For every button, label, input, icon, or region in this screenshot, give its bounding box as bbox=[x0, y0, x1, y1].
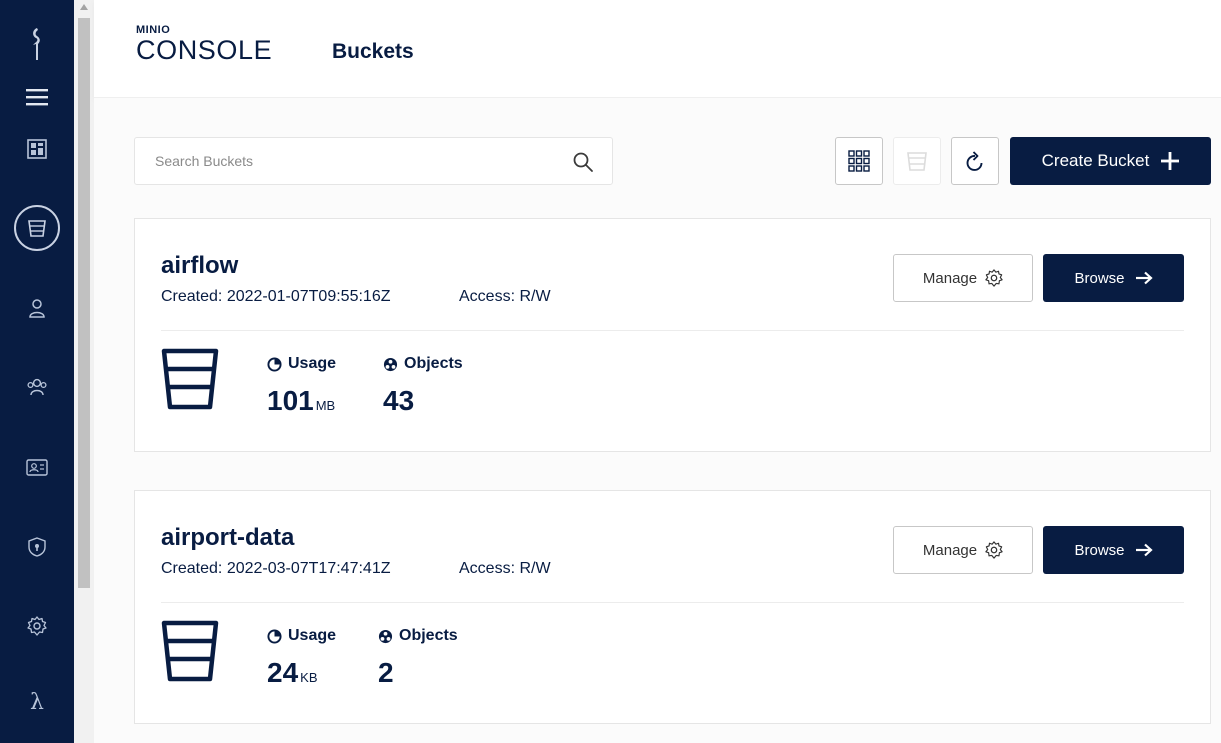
arrow-right-icon bbox=[1135, 271, 1153, 285]
bucket-created-date: Created: 2022-03-07T17:47:41Z bbox=[161, 560, 391, 577]
refresh-icon bbox=[966, 151, 983, 171]
arrow-right-icon bbox=[1135, 543, 1153, 557]
browse-button[interactable]: Browse bbox=[1043, 254, 1184, 302]
scrollbar[interactable] bbox=[74, 0, 94, 743]
bucket-icon bbox=[161, 348, 219, 410]
bucket-icon bbox=[14, 205, 60, 251]
lambda-icon[interactable]: λ bbox=[0, 690, 74, 715]
bucket-name[interactable]: airflow bbox=[161, 252, 238, 280]
scroll-up-arrow-icon[interactable] bbox=[80, 4, 88, 10]
scrollbar-thumb[interactable] bbox=[78, 18, 90, 588]
bucket-icon bbox=[161, 620, 219, 682]
lambda-glyph: λ bbox=[30, 690, 44, 715]
settings-gear-icon[interactable] bbox=[0, 616, 74, 636]
pie-chart-icon bbox=[267, 356, 282, 372]
grid-icon bbox=[848, 150, 870, 172]
usage-unit: MB bbox=[315, 398, 336, 413]
main-content: Create Bucket airflow Created: 2022-01-0… bbox=[94, 98, 1221, 743]
bucket-access: Access: R/W bbox=[459, 288, 551, 305]
card-divider bbox=[161, 330, 1184, 331]
delete-selected-button[interactable] bbox=[893, 137, 941, 185]
usage-value: 101 MB bbox=[267, 385, 335, 417]
objects-icon bbox=[383, 357, 398, 371]
service-accounts-icon[interactable] bbox=[0, 457, 74, 477]
grid-view-button[interactable] bbox=[835, 137, 883, 185]
gear-icon bbox=[985, 269, 1003, 287]
logo-product: CONSOLE bbox=[136, 35, 273, 65]
pie-chart-icon bbox=[267, 628, 282, 644]
minio-console-logo[interactable]: MINIO CONSOLE bbox=[136, 24, 272, 64]
hamburger-menu-icon[interactable] bbox=[0, 88, 74, 106]
objects-label: Objects bbox=[378, 627, 458, 645]
dashboard-icon[interactable] bbox=[0, 139, 74, 159]
user-icon[interactable] bbox=[0, 298, 74, 318]
bucket-created-date: Created: 2022-01-07T09:55:16Z bbox=[161, 288, 391, 305]
usage-label-text: Usage bbox=[288, 355, 337, 372]
objects-icon bbox=[378, 629, 393, 643]
browse-label: Browse bbox=[1074, 269, 1125, 287]
usage-number: 24 bbox=[267, 657, 299, 688]
minio-bird-icon[interactable] bbox=[0, 26, 74, 62]
browse-button[interactable]: Browse bbox=[1043, 526, 1184, 574]
objects-label-text: Objects bbox=[399, 627, 458, 644]
refresh-button[interactable] bbox=[951, 137, 999, 185]
sidebar-item-buckets[interactable] bbox=[0, 205, 74, 251]
create-bucket-label: Create Bucket bbox=[1041, 151, 1150, 170]
usage-unit: KB bbox=[300, 670, 318, 685]
objects-value: 2 bbox=[378, 657, 394, 688]
manage-button[interactable]: Manage bbox=[893, 526, 1033, 574]
usage-label-text: Usage bbox=[288, 627, 337, 644]
search-icon[interactable] bbox=[572, 151, 594, 173]
objects-value: 43 bbox=[383, 385, 415, 416]
manage-button[interactable]: Manage bbox=[893, 254, 1033, 302]
page-header: MINIO CONSOLE Buckets bbox=[94, 0, 1221, 98]
groups-icon[interactable] bbox=[0, 377, 74, 397]
plus-icon bbox=[1161, 152, 1180, 170]
browse-label: Browse bbox=[1074, 541, 1125, 559]
objects-label: Objects bbox=[383, 355, 463, 373]
bucket-card: airport-data Created: 2022-03-07T17:47:4… bbox=[134, 490, 1211, 724]
card-divider bbox=[161, 602, 1184, 603]
bucket-card: airflow Created: 2022-01-07T09:55:16Z Ac… bbox=[134, 218, 1211, 452]
usage-number: 101 bbox=[267, 385, 314, 416]
manage-label: Manage bbox=[922, 541, 978, 559]
gear-icon bbox=[985, 541, 1003, 559]
page-title: Buckets bbox=[332, 40, 414, 63]
sidebar: λ bbox=[0, 0, 74, 743]
bucket-lifecycle-icon bbox=[907, 152, 927, 171]
usage-label: Usage bbox=[267, 627, 336, 645]
bucket-access: Access: R/W bbox=[459, 560, 551, 577]
bucket-name[interactable]: airport-data bbox=[161, 524, 294, 552]
policies-shield-icon[interactable] bbox=[0, 537, 74, 557]
objects-label-text: Objects bbox=[404, 355, 463, 372]
usage-value: 24 KB bbox=[267, 657, 318, 689]
search-input[interactable] bbox=[155, 150, 555, 172]
search-box[interactable] bbox=[134, 137, 613, 185]
usage-label: Usage bbox=[267, 355, 336, 373]
create-bucket-button[interactable]: Create Bucket bbox=[1010, 137, 1211, 185]
manage-label: Manage bbox=[922, 269, 978, 287]
